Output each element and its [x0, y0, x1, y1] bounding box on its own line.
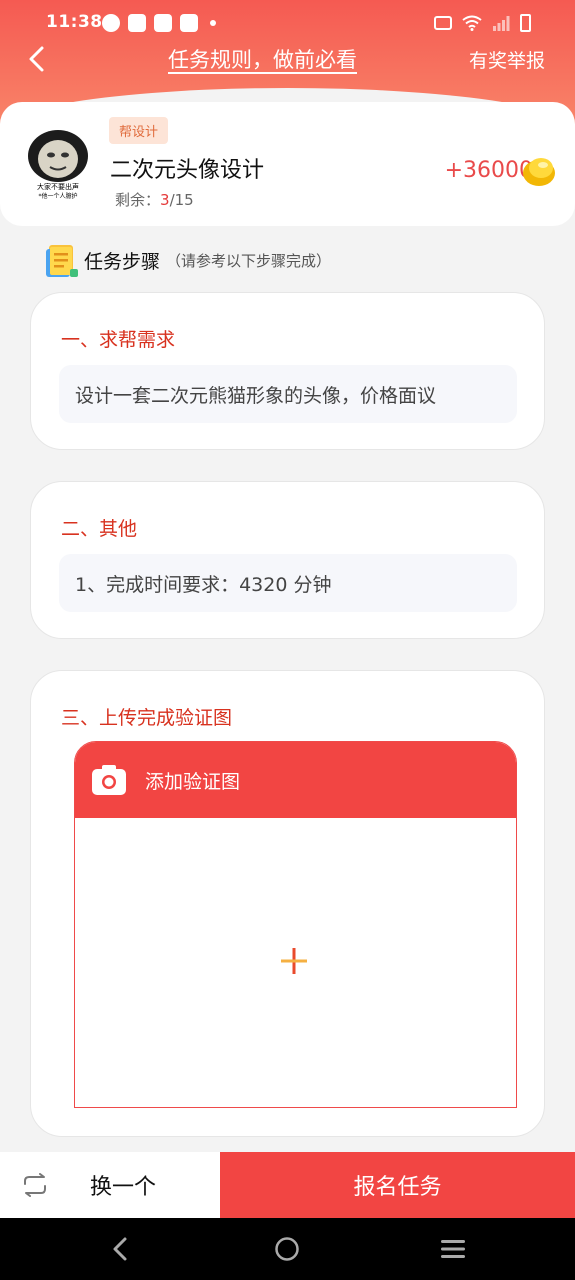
system-icons — [434, 14, 531, 32]
gold-coin-icon — [523, 158, 555, 186]
shopping-bag-icon — [180, 14, 198, 32]
avatar: 大家不要出声 *他一个人臆护 — [20, 126, 96, 202]
add-verification-image-button[interactable]: 添加验证图 — [75, 742, 516, 818]
remaining-total: /15 — [169, 191, 194, 209]
step-content: 1、完成时间要求：4320 分钟 — [59, 554, 517, 612]
report-button[interactable]: 有奖举报 — [469, 46, 545, 73]
refresh-swap-icon — [24, 1173, 46, 1197]
signal-icon — [493, 16, 510, 31]
shopping-bag-icon — [128, 14, 146, 32]
rules-link[interactable]: 任务规则，做前必看 — [168, 44, 357, 74]
category-tag: 帮设计 — [109, 117, 169, 144]
remaining-current: 3 — [160, 191, 170, 209]
back-arrow-icon[interactable] — [24, 44, 54, 74]
app-notification-icon — [102, 14, 120, 32]
upload-label: 添加验证图 — [145, 770, 241, 793]
steps-title: 任务步骤 — [84, 250, 161, 273]
status-bar: 11:38 — [0, 10, 575, 38]
step-heading: 二、其他 — [61, 518, 138, 540]
system-nav-bar — [0, 1218, 575, 1280]
system-menu-icon[interactable] — [440, 1236, 466, 1262]
step-card-other: 二、其他 1、完成时间要求：4320 分钟 — [30, 481, 545, 639]
task-card: 大家不要出声 *他一个人臆护 帮设计 二次元头像设计 剩余：3/15 +3600… — [0, 102, 575, 226]
system-back-icon[interactable] — [108, 1236, 134, 1262]
remaining-label: 剩余： — [115, 191, 161, 209]
swap-label: 换一个 — [90, 1175, 157, 1200]
steps-subtitle: （请参考以下步骤完成） — [166, 251, 332, 270]
signup-task-button[interactable]: 报名任务 — [220, 1152, 575, 1218]
shopping-bag-icon — [154, 14, 172, 32]
status-time: 11:38 — [46, 12, 103, 32]
task-title: 二次元头像设计 — [110, 158, 265, 183]
nav-bar: 任务规则，做前必看 有奖举报 — [0, 40, 575, 80]
notebook-icon — [46, 245, 78, 277]
notification-icons — [102, 14, 216, 32]
system-home-icon[interactable] — [274, 1236, 300, 1262]
swap-task-button[interactable]: 换一个 — [0, 1152, 220, 1218]
step-heading: 一、求帮需求 — [61, 329, 176, 351]
remaining-count: 剩余：3/15 — [115, 189, 194, 210]
upload-area[interactable]: 添加验证图 — [74, 741, 517, 1108]
avatar-caption-1: 大家不要出声 — [37, 182, 79, 191]
more-dot-icon — [210, 20, 216, 26]
plus-icon[interactable] — [280, 947, 308, 975]
camera-icon — [92, 765, 126, 795]
steps-header: 任务步骤 （请参考以下步骤完成） — [44, 241, 331, 279]
step-heading: 三、上传完成验证图 — [61, 707, 233, 729]
step-content: 设计一套二次元熊猫形象的头像，价格面议 — [59, 365, 517, 423]
step-card-requirement: 一、求帮需求 设计一套二次元熊猫形象的头像，价格面议 — [30, 292, 545, 450]
wifi-icon — [462, 15, 482, 31]
avatar-caption-2: *他一个人臆护 — [38, 192, 77, 200]
bottom-action-bar: 换一个 报名任务 — [0, 1152, 575, 1218]
battery-icon — [520, 14, 531, 32]
vibrate-icon — [434, 16, 452, 30]
reward-amount: +36000 — [444, 158, 533, 183]
step-card-upload: 三、上传完成验证图 添加验证图 — [30, 670, 545, 1137]
